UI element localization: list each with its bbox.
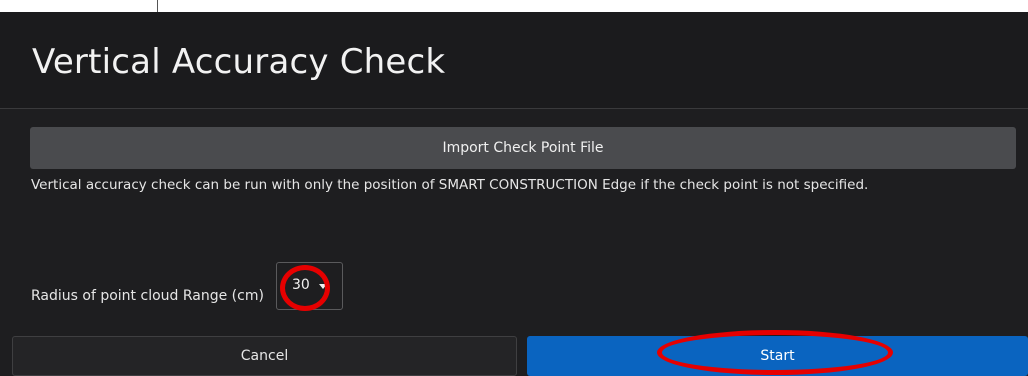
top-strip (0, 0, 1028, 12)
cancel-button[interactable]: Cancel (12, 336, 517, 376)
radius-value: 30 (292, 277, 310, 293)
dialog-title: Vertical Accuracy Check (32, 42, 446, 82)
dialog-header: Vertical Accuracy Check (0, 12, 1028, 109)
vertical-accuracy-dialog: Vertical Accuracy Check Import Check Poi… (0, 12, 1028, 376)
description-text: Vertical accuracy check can be run with … (31, 177, 869, 193)
radius-label: Radius of point cloud Range (cm) (31, 288, 264, 304)
chevron-down-icon (319, 284, 327, 289)
radius-select[interactable]: 30 (276, 262, 343, 310)
divider (157, 0, 158, 12)
start-button[interactable]: Start (527, 336, 1028, 376)
import-check-point-button[interactable]: Import Check Point File (30, 127, 1016, 169)
